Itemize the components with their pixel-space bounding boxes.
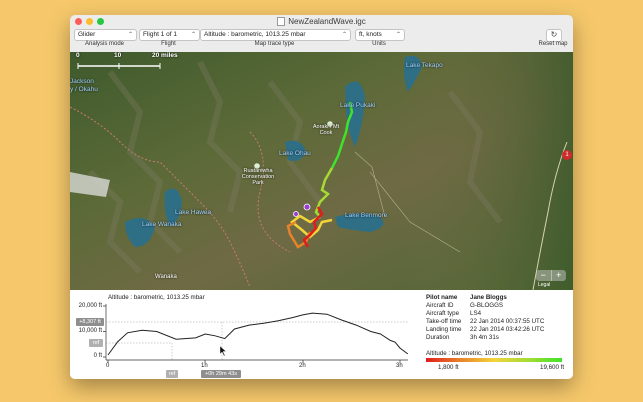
duration-label: Duration: [426, 334, 450, 341]
scale-label-0: 0: [76, 52, 80, 59]
units-select[interactable]: ft, knots ⌃: [355, 29, 405, 41]
place-label: Lake Tekapo: [406, 62, 443, 69]
map-trace-select[interactable]: Altitude : barometric, 1013.25 mbar ⌃: [200, 29, 351, 41]
legend-min-label: 1,800 ft: [438, 364, 459, 371]
legend-max-label: 19,600 ft: [540, 364, 565, 371]
aircraft-type-label: Aircraft type: [426, 310, 460, 317]
aircraft-id-label: Aircraft ID: [426, 302, 454, 309]
landing-time-value: 22 Jan 2014 03:42:26 UTC: [470, 326, 545, 333]
altitude-series-line: [107, 312, 409, 356]
flight-label: Flight: [161, 41, 176, 47]
pilot-name-value: Jane Bloggs: [470, 294, 507, 301]
place-label: y / Okahu: [70, 86, 98, 93]
start-marker[interactable]: [303, 203, 311, 211]
analysis-panel: Altitude : barometric, 1013.25 mbar 20,0…: [70, 290, 573, 379]
zoom-controls: − +: [536, 270, 566, 281]
x-tick-label: 2h: [299, 363, 306, 369]
altitude-color-legend: [426, 358, 562, 362]
x-tick-label: 1h: [201, 363, 208, 369]
aircraft-id-value: G-BLOGGS: [470, 302, 504, 309]
analysis-mode-select[interactable]: Glider ⌃: [74, 29, 137, 41]
toolbar: Glider ⌃ Analysis mode Flight 1 of 1 ⌃ F…: [70, 28, 573, 52]
x-tick-label: 3h: [396, 363, 403, 369]
legal-link[interactable]: Legal: [538, 282, 550, 288]
map-trace-label: Map trace type: [254, 41, 295, 47]
aircraft-type-value: LS4: [470, 310, 482, 317]
close-window-button[interactable]: [75, 18, 82, 25]
zoom-in-button[interactable]: +: [552, 270, 567, 281]
reference-time-badge: ref: [166, 370, 178, 378]
x-tick-label: 0: [106, 363, 110, 369]
analysis-mode-value: Glider: [78, 31, 96, 38]
place-label: Lake Ohau: [279, 150, 311, 157]
map-trace-value: Altitude : barometric, 1013.25 mbar: [204, 31, 306, 38]
units-label: Units: [372, 41, 386, 47]
cursor-time-badge: +0h 29m 43s: [201, 370, 241, 378]
zoom-window-button[interactable]: [97, 18, 104, 25]
cursor-altitude-badge: +8,307 ft: [76, 318, 104, 326]
flight-select[interactable]: Flight 1 of 1 ⌃: [139, 29, 200, 41]
document-icon: [277, 17, 286, 26]
waypoint-marker[interactable]: [293, 211, 299, 217]
pilot-name-label: Pilot name: [426, 294, 458, 301]
place-label: Lake Wanaka: [142, 221, 182, 228]
window-title-text: NewZealandWave.igc: [288, 17, 366, 26]
zoom-out-button[interactable]: −: [536, 270, 552, 281]
reset-map-label: Reset map: [538, 41, 568, 47]
map-canvas: [70, 52, 573, 290]
scale-label-10: 10: [114, 52, 122, 59]
app-window: NewZealandWave.igc Glider ⌃ Analysis mod…: [70, 15, 573, 379]
mouse-pointer-icon: [219, 345, 227, 357]
park-label: Aoraki / Mt Cook: [312, 124, 340, 136]
units-value: ft, knots: [359, 31, 382, 38]
takeoff-time-label: Take-off time: [426, 318, 462, 325]
analysis-mode-label: Analysis mode: [84, 41, 125, 47]
flight-value: Flight 1 of 1: [143, 31, 177, 38]
road-shield-marker: 1: [562, 150, 572, 160]
scale-label-20: 20 miles: [152, 52, 178, 59]
minimize-window-button[interactable]: [86, 18, 93, 25]
place-label: Lake Hawea: [175, 209, 212, 216]
duration-value: 3h 4m 31s: [470, 334, 499, 341]
title-bar: NewZealandWave.igc: [70, 15, 573, 28]
satellite-map[interactable]: 0 10 20 miles Jackson y / Okahu Lake Puk…: [70, 52, 573, 290]
landing-time-label: Landing time: [426, 326, 462, 333]
chevron-updown-icon: ⌃: [341, 32, 347, 38]
chevron-updown-icon: ⌃: [395, 32, 401, 38]
chevron-updown-icon: ⌃: [127, 32, 133, 38]
refresh-icon: ↻: [550, 30, 558, 39]
chevron-updown-icon: ⌃: [190, 32, 196, 38]
park-label: Ruataniwha Conservation Park: [241, 168, 275, 186]
reference-altitude-badge: ref: [89, 339, 103, 347]
place-label: Lake Pukaki: [340, 102, 376, 109]
window-title: NewZealandWave.igc: [277, 17, 366, 26]
east-plains: [400, 52, 573, 290]
place-label: Jackson: [70, 78, 94, 85]
town-label: Wanaka: [155, 274, 177, 280]
legend-title: Altitude : barometric, 1013.25 mbar: [426, 350, 523, 357]
place-label: Lake Benmore: [345, 212, 388, 219]
window-controls: [75, 18, 104, 25]
takeoff-time-value: 22 Jan 2014 00:37:55 UTC: [470, 318, 545, 325]
